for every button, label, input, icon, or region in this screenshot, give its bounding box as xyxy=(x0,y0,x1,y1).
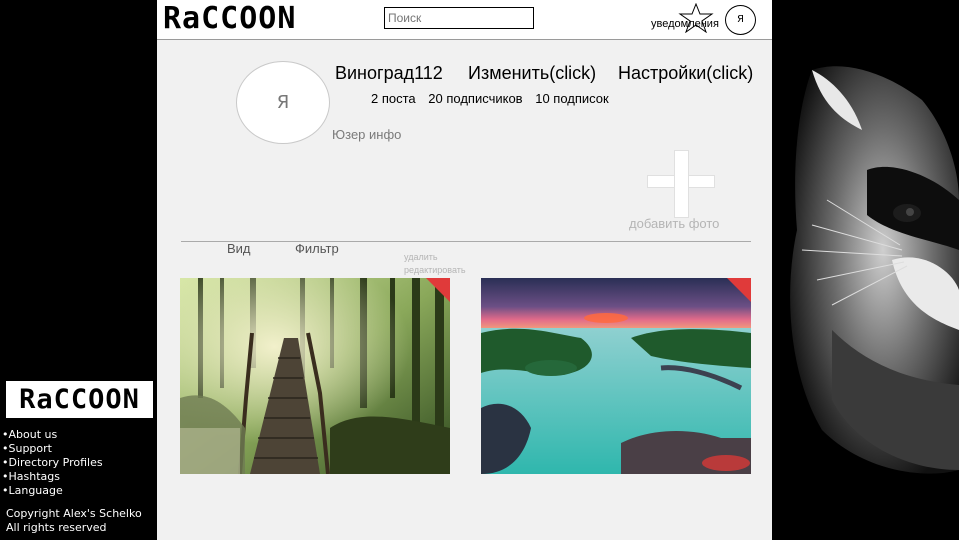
view-tab[interactable]: Вид xyxy=(227,241,251,256)
left-sidebar: RaCCOON •About us •Support •Directory Pr… xyxy=(0,0,157,540)
plus-icon xyxy=(674,150,689,218)
app-window: RaCCOON уведомления Я Я Виноград112 Изме… xyxy=(157,0,772,540)
section-divider xyxy=(181,241,751,242)
copyright: Copyright Alex's Schelko All rights rese… xyxy=(6,507,142,535)
footer-link-about[interactable]: •About us xyxy=(2,428,103,442)
footer-link-hashtags[interactable]: •Hashtags xyxy=(2,470,103,484)
user-info: Юзер инфо xyxy=(332,127,402,142)
footer-link-directory[interactable]: •Directory Profiles xyxy=(2,456,103,470)
edit-profile-link[interactable]: Изменить(click) xyxy=(468,63,596,84)
copyright-line-2: All rights reserved xyxy=(6,521,107,534)
notifications-label[interactable]: уведомления xyxy=(651,18,719,30)
footer-link-support[interactable]: •Support xyxy=(2,442,103,456)
raccoon-image xyxy=(772,0,959,540)
add-photo-button[interactable] xyxy=(647,150,715,218)
forest-bridge-image xyxy=(180,278,450,474)
add-photo-label[interactable]: добавить фото xyxy=(629,216,719,231)
footer-link-language[interactable]: •Language xyxy=(2,484,103,498)
app-logo[interactable]: RaCCOON xyxy=(163,1,296,36)
copyright-line-1: Copyright Alex's Schelko xyxy=(6,507,142,520)
following-count[interactable]: 10 подписок xyxy=(535,91,609,106)
posts-count[interactable]: 2 поста xyxy=(371,91,416,106)
username: Виноград112 xyxy=(335,63,443,83)
photo-lagoon-sunset[interactable] xyxy=(481,278,751,474)
settings-link[interactable]: Настройки(click) xyxy=(618,63,753,84)
photo-forest-bridge[interactable] xyxy=(180,278,450,474)
followers-count[interactable]: 20 подписчиков xyxy=(428,91,522,106)
top-bar: RaCCOON уведомления Я xyxy=(157,0,772,40)
photo-corner-marker[interactable] xyxy=(727,278,751,302)
photo-corner-marker[interactable] xyxy=(426,278,450,302)
delete-photo-link[interactable]: удалить xyxy=(404,252,438,262)
footer-logo: RaCCOON xyxy=(6,381,153,418)
footer-links: •About us •Support •Directory Profiles •… xyxy=(2,428,103,498)
header-avatar[interactable]: Я xyxy=(725,5,756,35)
filter-tab[interactable]: Фильтр xyxy=(295,241,339,256)
profile-stats: 2 поста 20 подписчиков 10 подписок xyxy=(371,91,618,106)
edit-photo-link[interactable]: редактировать xyxy=(404,265,466,275)
lagoon-sunset-image xyxy=(481,278,751,474)
profile-avatar[interactable]: Я xyxy=(236,61,330,144)
search-input[interactable] xyxy=(384,7,534,29)
raccoon-illustration xyxy=(772,0,959,540)
